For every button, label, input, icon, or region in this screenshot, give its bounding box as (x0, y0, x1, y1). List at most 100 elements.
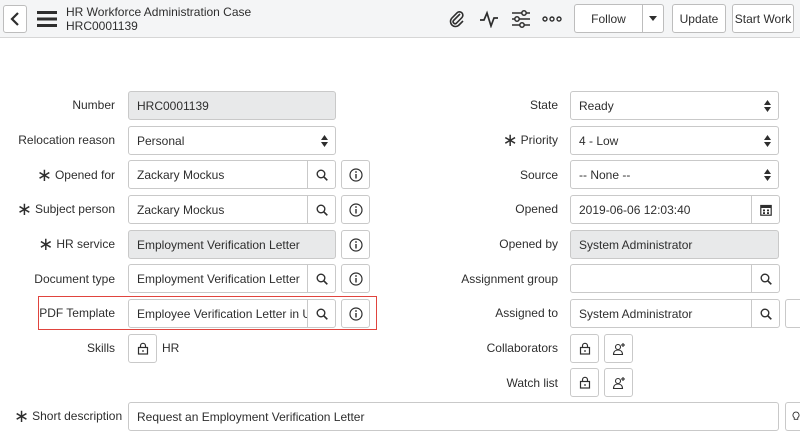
info-icon (348, 271, 363, 286)
assigned-to-label: Assigned to (495, 306, 558, 320)
info-icon (348, 306, 363, 321)
number-label: Number (72, 98, 115, 112)
chevron-left-icon (10, 12, 19, 26)
info-icon (348, 237, 363, 252)
select-arrows-icon (321, 135, 328, 147)
more-options-icon[interactable] (541, 8, 563, 30)
opened-by-label: Opened by (499, 237, 558, 251)
select-arrows-icon (764, 135, 771, 147)
hr-service-label: ∗ HR service (38, 233, 115, 254)
search-icon (316, 308, 328, 320)
select-arrows-icon (764, 169, 771, 181)
pdf-template-label: PDF Template (39, 306, 115, 320)
assignment-group-input[interactable] (570, 264, 752, 293)
skills-lock-button[interactable] (128, 334, 157, 363)
lightbulb-icon (792, 411, 800, 420)
opened-by-field: System Administrator (570, 230, 779, 259)
opened-for-label: ∗ Opened for (36, 164, 115, 185)
pdf-template-input[interactable]: Employee Verification Letter in USA (128, 299, 308, 328)
pdf-template-lookup-button[interactable] (307, 299, 336, 328)
start-work-button[interactable]: Start Work (732, 4, 794, 33)
hr-service-info-button[interactable] (341, 230, 370, 259)
skills-label: Skills (86, 341, 115, 355)
document-type-label: Document type (34, 272, 115, 286)
hamburger-menu-icon[interactable] (37, 10, 57, 28)
collaborators-add-me-button[interactable] (604, 334, 633, 363)
assignment-group-label: Assignment group (461, 272, 558, 286)
activity-pulse-icon[interactable] (478, 8, 500, 30)
watch-list-lock-button[interactable] (570, 368, 599, 397)
info-icon (348, 202, 363, 217)
subject-person-lookup-button[interactable] (307, 195, 336, 224)
suggestion-lightbulb-button[interactable] (785, 402, 800, 431)
opened-input[interactable]: 2019-06-06 12:03:40 (570, 195, 752, 224)
search-icon (316, 273, 328, 285)
assigned-to-info-button[interactable] (785, 299, 800, 328)
caret-down-icon (649, 16, 657, 21)
paperclip-icon[interactable] (446, 8, 468, 30)
search-icon (760, 273, 772, 285)
settings-sliders-icon[interactable] (510, 8, 532, 30)
document-type-input[interactable]: Employment Verification Letter (128, 264, 308, 293)
assigned-to-input[interactable]: System Administrator (570, 299, 752, 328)
required-asterisk-icon: ∗ (14, 405, 30, 426)
follow-dropdown-button[interactable] (642, 4, 664, 33)
search-icon (316, 204, 328, 216)
pdf-template-info-button[interactable] (341, 299, 370, 328)
subject-person-input[interactable]: Zackary Mockus (128, 195, 308, 224)
back-button[interactable] (3, 5, 27, 33)
document-type-info-button[interactable] (341, 264, 370, 293)
follow-button[interactable]: Follow (574, 4, 642, 33)
record-number: HRC0001139 (66, 19, 138, 33)
state-select[interactable]: Ready (570, 91, 779, 120)
opened-calendar-button[interactable] (751, 195, 780, 224)
short-description-label: ∗ Short description (14, 405, 123, 426)
watch-list-add-me-button[interactable] (604, 368, 633, 397)
collaborators-lock-button[interactable] (570, 334, 599, 363)
hr-service-field: Employment Verification Letter (128, 230, 336, 259)
assignment-group-lookup-button[interactable] (751, 264, 780, 293)
search-icon (316, 169, 328, 181)
record-title: HR Workforce Administration Case HRC0001… (66, 5, 251, 33)
state-value: Ready (579, 98, 614, 113)
document-type-lookup-button[interactable] (307, 264, 336, 293)
required-asterisk-icon: ∗ (36, 164, 52, 185)
priority-select[interactable]: 4 - Low (570, 126, 779, 155)
add-user-icon (612, 342, 625, 355)
state-label: State (529, 98, 558, 112)
record-table-name: HR Workforce Administration Case (66, 5, 252, 19)
required-asterisk-icon: ∗ (16, 198, 32, 219)
relocation-reason-label: Relocation reason (18, 133, 115, 147)
collaborators-label: Collaborators (486, 341, 558, 355)
lock-icon (137, 342, 148, 355)
relocation-reason-value: Personal (137, 133, 185, 148)
info-icon (348, 167, 363, 182)
priority-value: 4 - Low (579, 133, 619, 148)
required-asterisk-icon: ∗ (502, 129, 518, 150)
assigned-to-lookup-button[interactable] (751, 299, 780, 328)
skills-value: HR (162, 341, 180, 355)
watch-list-label: Watch list (506, 376, 558, 390)
source-value: -- None -- (579, 167, 631, 182)
opened-for-info-button[interactable] (341, 160, 370, 189)
opened-label: Opened (515, 202, 558, 216)
select-arrows-icon (764, 100, 771, 112)
number-field: HRC0001139 (128, 91, 336, 120)
add-user-icon (612, 376, 625, 389)
opened-for-input[interactable]: Zackary Mockus (128, 160, 308, 189)
lock-icon (579, 342, 590, 355)
priority-label: ∗ Priority (502, 129, 558, 150)
required-asterisk-icon: ∗ (38, 233, 54, 254)
short-description-input[interactable]: Request an Employment Verification Lette… (128, 402, 779, 431)
source-label: Source (519, 168, 558, 182)
update-button[interactable]: Update (672, 4, 726, 33)
relocation-reason-select[interactable]: Personal (128, 126, 336, 155)
subject-person-info-button[interactable] (341, 195, 370, 224)
calendar-icon (759, 204, 772, 216)
form-header: HR Workforce Administration Case HRC0001… (0, 0, 800, 38)
opened-for-lookup-button[interactable] (307, 160, 336, 189)
search-icon (760, 308, 772, 320)
subject-person-label: ∗ Subject person (16, 198, 115, 219)
source-select[interactable]: -- None -- (570, 160, 779, 189)
lock-icon (579, 376, 590, 389)
